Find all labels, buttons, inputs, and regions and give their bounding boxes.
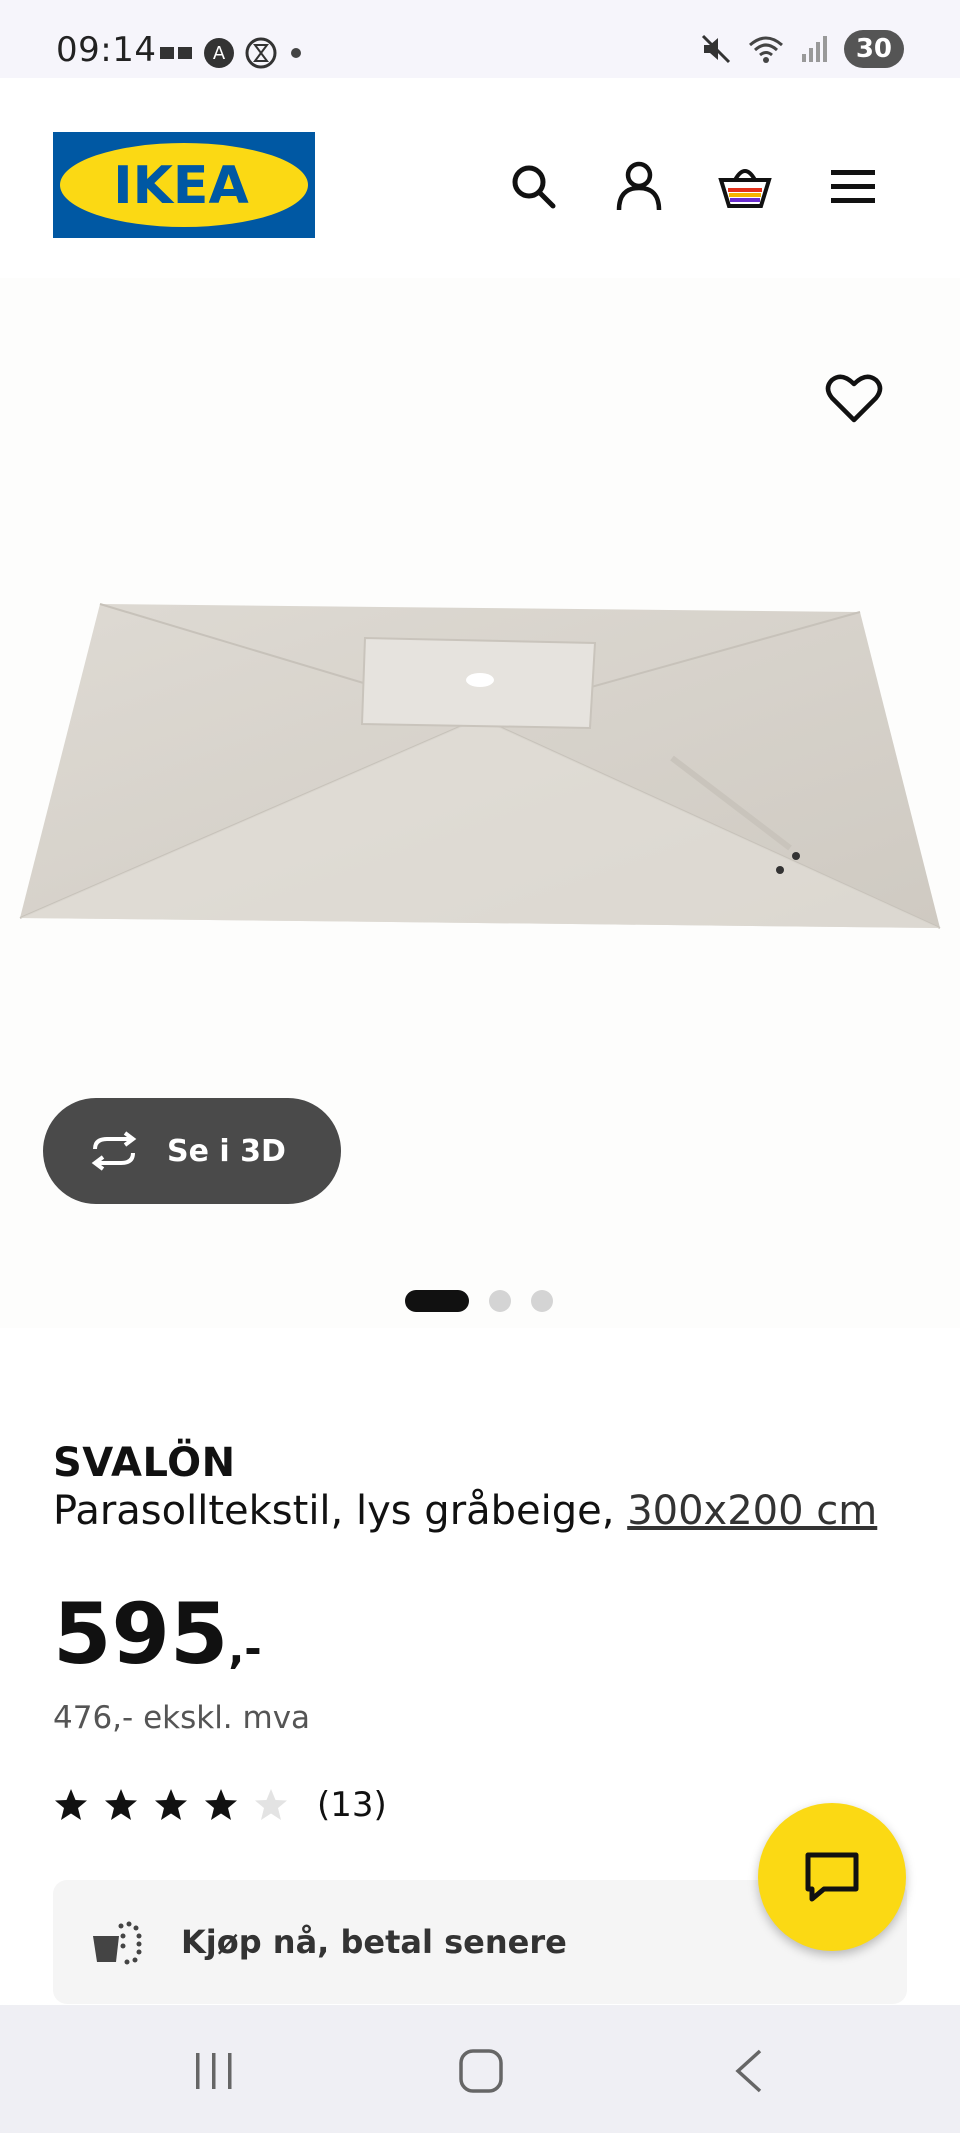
price-amount: 595: [53, 1585, 229, 1683]
product-rating[interactable]: (13): [53, 1785, 387, 1825]
product-description: Parasolltekstil, lys gråbeige, 300x200 c…: [53, 1488, 913, 1534]
home-icon[interactable]: [451, 2047, 511, 2095]
chat-button[interactable]: [758, 1803, 906, 1951]
pagination-dot[interactable]: [531, 1290, 553, 1312]
status-time: 09:14: [56, 30, 157, 70]
app-notification-icon: A: [204, 38, 234, 68]
product-description-text: Parasolltekstil, lys gråbeige,: [53, 1488, 628, 1534]
product-info: SVALÖN Parasolltekstil, lys gråbeige, 30…: [53, 1440, 913, 1534]
review-count: (13): [317, 1785, 387, 1825]
logo-text: IKEA: [113, 156, 248, 216]
status-bar: 09:14 A 30: [0, 0, 960, 78]
account-icon[interactable]: [611, 158, 667, 214]
price-suffix: ,-: [228, 1624, 262, 1673]
star-filled-icon: [205, 1789, 237, 1820]
product-gallery[interactable]: Se i 3D: [0, 278, 960, 1328]
star-filled-icon: [155, 1789, 187, 1820]
site-header: IKEA: [0, 78, 960, 278]
gallery-pagination: [405, 1290, 553, 1312]
star-filled-icon: [105, 1789, 137, 1820]
product-name: SVALÖN: [53, 1440, 236, 1486]
price-excluding-vat: 476,- ekskl. mva: [53, 1700, 311, 1736]
rotate-3d-icon: [91, 1131, 137, 1171]
chat-icon: [805, 1852, 859, 1902]
pagination-dot-active[interactable]: [405, 1290, 469, 1312]
basket-icon[interactable]: [717, 158, 773, 214]
battery-indicator: 30: [843, 30, 904, 68]
sim-icon: [160, 47, 192, 59]
buy-now-pay-later-label: Kjøp nå, betal senere: [181, 1923, 567, 1961]
dot-icon: [291, 48, 301, 58]
product-size-link[interactable]: 300x200 cm: [627, 1488, 877, 1534]
star-empty-icon: [255, 1789, 287, 1820]
system-navigation-bar: [0, 2005, 960, 2133]
system-icons: 30: [700, 30, 904, 68]
mute-icon: [701, 34, 730, 64]
recent-apps-icon[interactable]: [184, 2047, 244, 2095]
notification-icons: A: [160, 36, 306, 70]
ikea-logo[interactable]: IKEA: [53, 132, 315, 238]
back-icon[interactable]: [720, 2047, 780, 2095]
view-in-3d-button[interactable]: Se i 3D: [43, 1098, 341, 1204]
search-icon[interactable]: [505, 158, 561, 214]
pagination-dot[interactable]: [489, 1290, 511, 1312]
basket-dotted-icon: [93, 1921, 142, 1965]
star-filled-icon: [55, 1789, 87, 1820]
signal-icon: [801, 36, 827, 62]
view-in-3d-label: Se i 3D: [167, 1133, 286, 1169]
product-image: [19, 603, 941, 929]
svg-text:A: A: [213, 43, 226, 64]
product-price: 595,-: [53, 1585, 262, 1683]
favorite-heart-icon[interactable]: [824, 368, 884, 428]
menu-icon[interactable]: [825, 158, 881, 214]
wifi-icon: [748, 36, 783, 63]
hourglass-icon: [245, 37, 277, 69]
